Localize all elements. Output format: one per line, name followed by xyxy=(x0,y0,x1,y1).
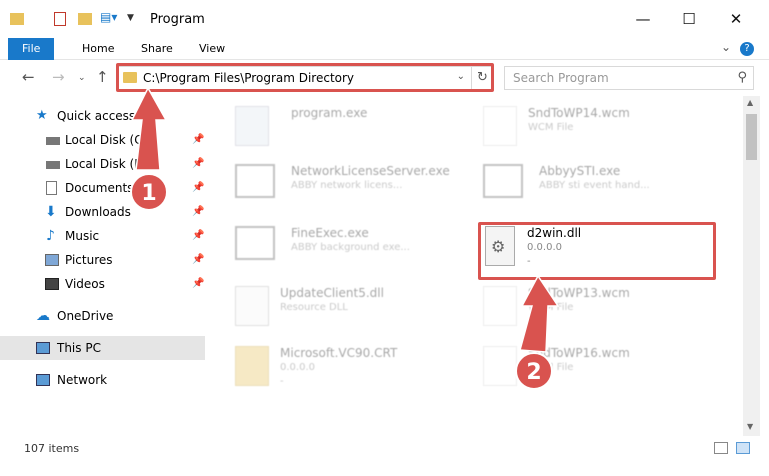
status-bar: 107 items xyxy=(0,436,769,462)
annotation-arrows xyxy=(130,86,560,353)
arrow-up-annotation xyxy=(130,86,168,171)
item-count: 107 items xyxy=(24,442,80,455)
arrow-up-annotation-2 xyxy=(519,274,560,353)
step-marker-1: 1 xyxy=(130,173,168,211)
step-marker-2: 2 xyxy=(515,352,553,390)
details-view-icon[interactable] xyxy=(714,442,728,454)
large-icons-view-icon[interactable] xyxy=(736,442,750,454)
